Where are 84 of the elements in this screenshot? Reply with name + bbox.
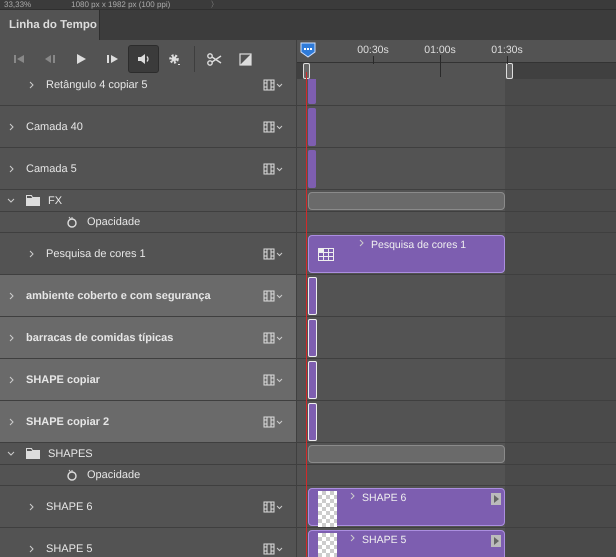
play-marker-icon[interactable] — [491, 534, 501, 546]
layer-name: Retângulo 4 copiar 5 — [46, 78, 148, 90]
clip-bar[interactable] — [308, 318, 317, 356]
layer-row[interactable]: ambiente coberto e com segurança — [0, 275, 297, 316]
work-end-handle[interactable] — [506, 63, 513, 79]
layer-name: SHAPE 5 — [46, 542, 92, 554]
expand-icon[interactable] — [7, 376, 15, 384]
film-menu-icon[interactable] — [263, 374, 283, 386]
layer-name: SHAPE copiar — [26, 374, 100, 386]
scissors-icon — [207, 52, 222, 66]
layer-name: SHAPE 6 — [46, 500, 92, 512]
film-menu-icon[interactable] — [263, 332, 283, 344]
expand-icon[interactable] — [348, 534, 356, 542]
time-label: 01:30s — [491, 44, 523, 56]
expand-icon[interactable] — [7, 292, 15, 300]
layer-name: Pesquisa de cores 1 — [46, 248, 146, 260]
first-frame-icon — [13, 52, 26, 66]
expand-icon[interactable] — [348, 492, 356, 500]
film-menu-icon[interactable] — [263, 500, 283, 512]
clip-bar[interactable]: Pesquisa de cores 1 — [308, 234, 505, 272]
film-menu-icon[interactable] — [263, 416, 283, 428]
group-name: SHAPES — [48, 448, 93, 460]
timeline-tab[interactable]: Linha do Tempo — [0, 10, 100, 40]
property-name: Opacidade — [87, 216, 140, 228]
clip-bar[interactable] — [308, 108, 316, 146]
film-menu-icon[interactable] — [263, 542, 283, 554]
folder-icon — [26, 448, 40, 459]
expand-icon[interactable] — [27, 502, 35, 510]
clip-bar[interactable] — [308, 276, 317, 314]
layer-name: SHAPE copiar 2 — [26, 416, 110, 428]
document-size: 1080 px x 1982 px (100 ppi) — [71, 0, 170, 9]
expand-icon[interactable] — [27, 80, 35, 88]
clip-bar[interactable] — [308, 150, 316, 188]
time-label: 00:30s — [357, 44, 389, 56]
property-name: Opacidade — [87, 469, 140, 481]
clip-bar[interactable] — [308, 360, 317, 398]
group-bar[interactable] — [308, 192, 505, 210]
folder-icon — [26, 195, 40, 206]
layer-name: Camada 5 — [26, 162, 77, 174]
layer-row[interactable]: barracas de comidas típicas — [0, 317, 297, 358]
zoom-level: 33,33% — [4, 0, 32, 9]
film-menu-icon[interactable] — [263, 290, 283, 302]
expand-icon[interactable] — [27, 544, 35, 552]
collapse-icon[interactable] — [7, 450, 15, 458]
clip-bar[interactable]: SHAPE 5 — [308, 530, 505, 557]
speaker-button[interactable] — [128, 45, 159, 73]
film-menu-icon[interactable] — [263, 120, 283, 132]
playhead-icon[interactable] — [300, 42, 316, 58]
film-menu-icon[interactable] — [263, 162, 283, 174]
checkerboard-thumbnail — [318, 490, 337, 526]
speaker-icon — [137, 52, 150, 66]
clip-label: Pesquisa de cores 1 — [371, 238, 466, 252]
expand-icon[interactable] — [357, 238, 365, 246]
play-marker-icon[interactable] — [491, 492, 501, 504]
stopwatch-icon[interactable] — [66, 216, 78, 228]
expand-icon[interactable] — [7, 418, 15, 426]
work-start-handle[interactable] — [303, 63, 310, 79]
expand-icon[interactable] — [7, 122, 15, 130]
next-frame-icon — [106, 52, 119, 66]
clip-bar[interactable]: SHAPE 6 — [308, 488, 505, 526]
transition-icon — [239, 52, 252, 66]
play-icon — [75, 52, 88, 66]
grid-icon — [318, 248, 334, 260]
expand-icon[interactable] — [7, 164, 15, 172]
layer-row[interactable]: SHAPE copiar — [0, 359, 297, 400]
time-label: 01:00s — [424, 44, 456, 56]
layer-row[interactable]: SHAPE copiar 2 — [0, 401, 297, 442]
layer-name: Camada 40 — [26, 120, 83, 132]
clip-label: SHAPE 6 — [362, 492, 406, 506]
previous-frame-icon — [44, 52, 57, 66]
arrow-icon[interactable]: 〉 — [210, 0, 218, 9]
group-name: FX — [48, 194, 62, 206]
group-bar[interactable] — [308, 444, 505, 462]
clip-label: SHAPE 5 — [362, 534, 406, 548]
layer-name: ambiente coberto e com segurança — [26, 290, 211, 302]
film-menu-icon[interactable] — [263, 78, 283, 90]
gear-icon — [168, 52, 181, 66]
expand-icon[interactable] — [27, 250, 35, 258]
expand-icon[interactable] — [7, 334, 15, 342]
clip-bar[interactable] — [308, 402, 317, 440]
film-menu-icon[interactable] — [263, 248, 283, 260]
collapse-icon[interactable] — [7, 196, 15, 204]
stopwatch-icon[interactable] — [66, 469, 78, 481]
layer-name: barracas de comidas típicas — [26, 332, 174, 344]
